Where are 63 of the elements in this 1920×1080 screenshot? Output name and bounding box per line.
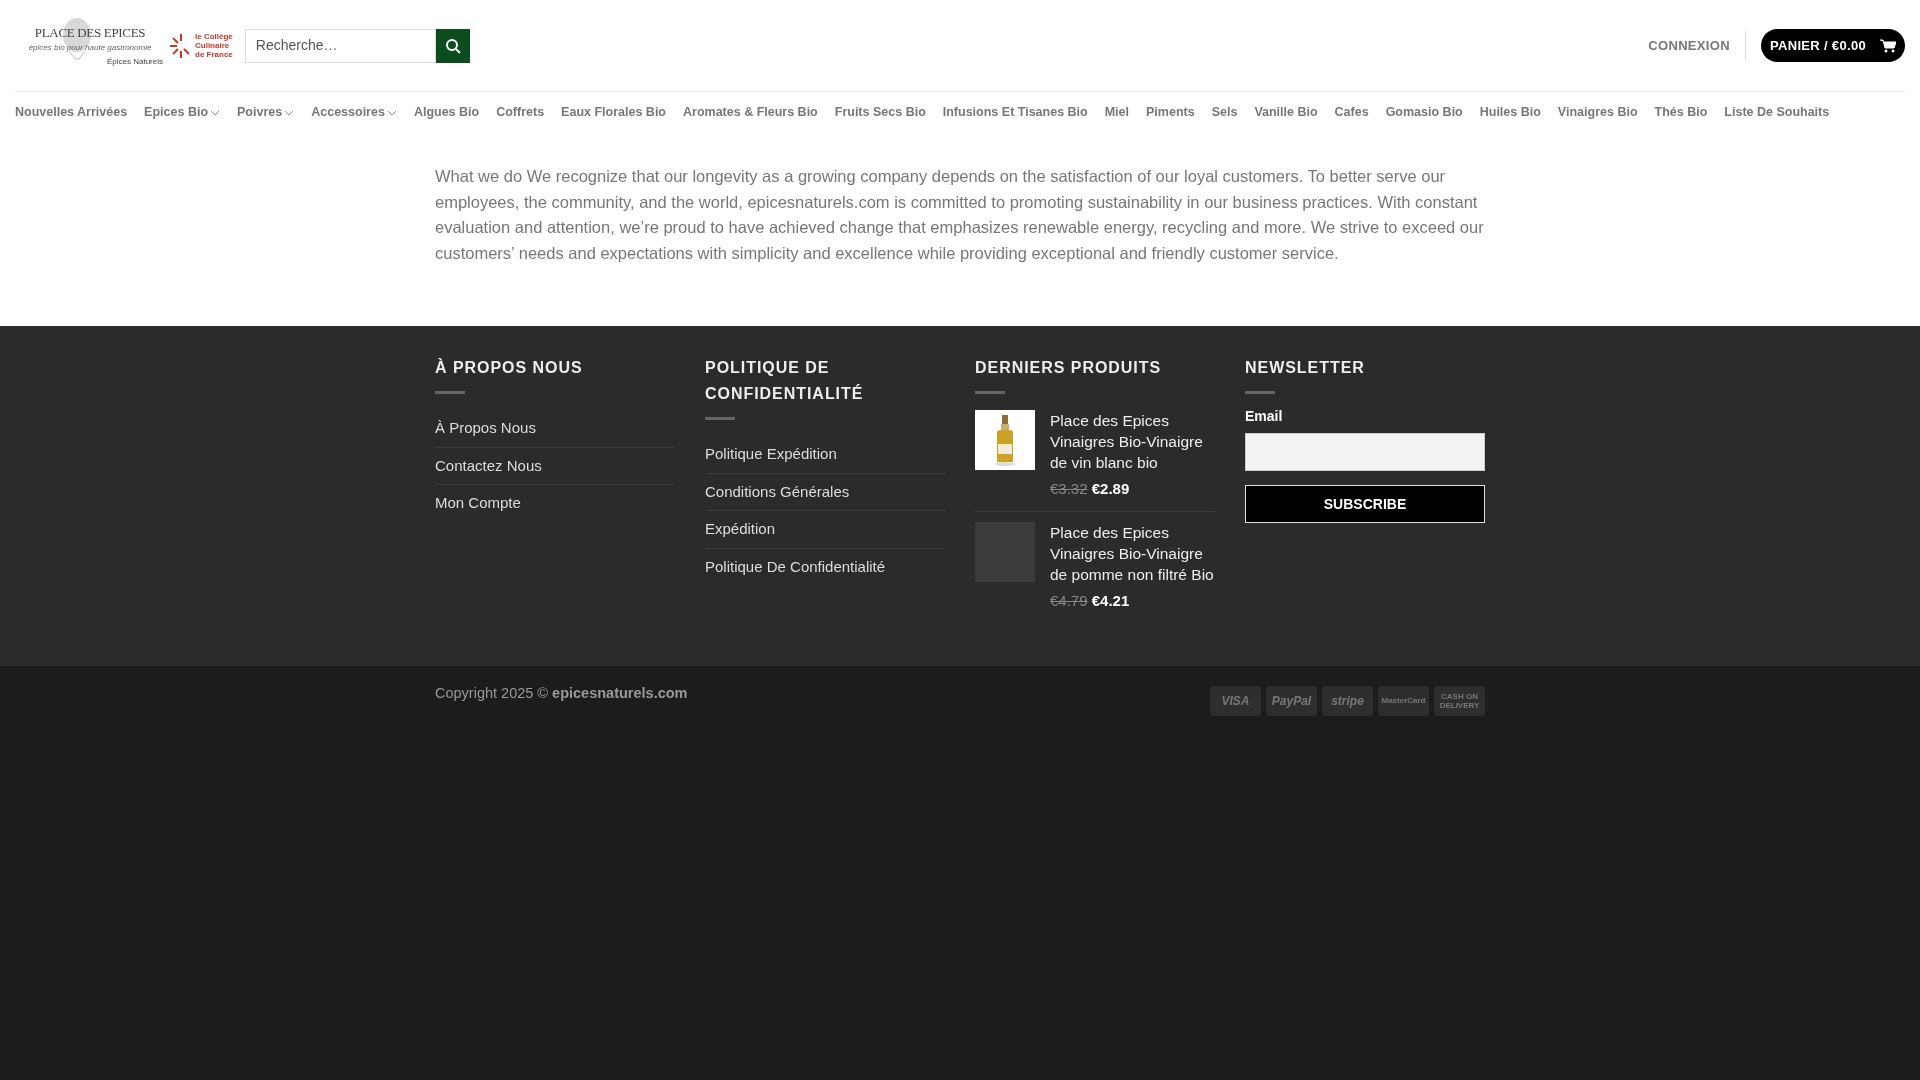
logo-subtitle: Épices Naturels	[106, 56, 163, 69]
partner-logo-text: de France	[195, 50, 233, 59]
nav-link[interactable]: Epices Bio	[144, 103, 221, 122]
email-input[interactable]	[1245, 433, 1485, 471]
search-input[interactable]: Recherche…	[244, 28, 436, 63]
nav-link[interactable]: Thés Bio	[1654, 103, 1708, 122]
footer-heading: À PROPOS NOUS	[435, 357, 584, 378]
search-icon	[444, 37, 461, 54]
cart-button[interactable]: PANIER / €0.00	[1760, 29, 1905, 62]
nav-link[interactable]: Aromates & Fleurs Bio	[683, 103, 818, 122]
product-link[interactable]: Place des Epices Vinaigres Bio-Vinaigre de pomme non filtré Bio	[1050, 521, 1215, 585]
search-field[interactable]: Recherche…	[244, 28, 470, 63]
nav-link[interactable]: Gomasio Bio	[1385, 103, 1463, 122]
nav-link[interactable]: Liste De Souhaits	[1724, 103, 1830, 122]
price: €4.21	[1091, 591, 1130, 609]
nav-link[interactable]: Nouvelles Arrivées	[15, 103, 128, 122]
footer-link[interactable]: Politique De Confidentialité	[705, 548, 945, 585]
nav-link[interactable]: Infusions Et Tisanes Bio	[942, 103, 1088, 122]
nav-link[interactable]: Cafes	[1334, 103, 1369, 122]
price: €2.89	[1091, 480, 1130, 497]
footer-link[interactable]: Contactez Nous	[435, 447, 675, 485]
partner-logo-text: Culinaire	[195, 41, 231, 50]
footer-link[interactable]: Conditions Générales	[705, 473, 945, 511]
nav-link[interactable]: Vanille Bio	[1254, 103, 1318, 122]
nav-link[interactable]: Accessoires	[311, 103, 397, 122]
chevron-down-icon	[284, 109, 295, 116]
payment-icon: PayPal	[1266, 686, 1317, 716]
product-link[interactable]: Place des Epices Vinaigres Bio-Vinaigre de vin blanc bio	[1050, 410, 1215, 473]
payment-icon: VISA	[1210, 686, 1261, 716]
nav-link[interactable]: Piments	[1146, 103, 1195, 122]
footer-link[interactable]: Expédition	[705, 511, 945, 549]
nav-link[interactable]: Miel	[1104, 103, 1129, 122]
logo-title: PLACE DES EPICES	[34, 23, 146, 42]
nav-link[interactable]: Algues Bio	[413, 103, 480, 122]
partner-logo-text: le Collège	[195, 32, 233, 41]
subscribe-button[interactable]: SUBSCRIBE	[1245, 485, 1485, 523]
copyright-text: Copyright 2025 © epicesnaturels.com	[435, 684, 688, 703]
footer-link[interactable]: Mon Compte	[435, 485, 675, 522]
nav-link[interactable]: Fruits Secs Bio	[834, 103, 926, 122]
payment-icon: CASH ON DELIVERY	[1434, 686, 1485, 716]
footer-heading: DERNIERS PRODUITS	[975, 358, 1163, 378]
payment-icon: MasterCard	[1378, 686, 1429, 716]
email-label: Email	[1245, 407, 1284, 426]
chevron-down-icon	[386, 109, 397, 116]
old-price: €3.32	[1050, 480, 1088, 497]
cart-icon	[1880, 38, 1896, 53]
footer-heading: NEWSLETTER	[1245, 358, 1366, 378]
search-button[interactable]	[435, 28, 470, 63]
logo-tagline: épices bio pour haute gastronomie	[28, 42, 152, 55]
footer-link[interactable]: À Propos Nous	[435, 410, 675, 448]
nav-link[interactable]: Poivres	[237, 103, 295, 122]
nav-link[interactable]: Coffrets	[496, 103, 545, 122]
nav-link[interactable]: Eaux Florales Bio	[561, 103, 666, 122]
nav-link[interactable]: Sels	[1211, 103, 1238, 122]
chevron-down-icon	[210, 109, 221, 116]
payment-icon: stripe	[1322, 686, 1373, 716]
login-link[interactable]: CONNEXION	[1648, 35, 1730, 56]
nav-link[interactable]: Huiles Bio	[1479, 103, 1541, 122]
content-paragraph: What we do We recognize that our longevity as a growing company depends on the satisfaction of our loyal customers. To better serve our employees, the community, and the world, epicesnaturels.com is committed to promoting sustainability in our business practices. With constant evaluation and attention, we’re proud to have achieved change that emphasizes renewable energy, recycling and more. We strive to exceed our customers’ needs and expectations with simplicity and excellence while providing exceptional and friendly customer service.	[435, 166, 1485, 264]
footer-link[interactable]: Politique Expédition	[705, 436, 945, 474]
old-price: €4.79	[1050, 591, 1088, 609]
nav-link[interactable]: Vinaigres Bio	[1557, 103, 1638, 122]
footer-heading: POLITIQUE DE CONFIDENTIALITÉ	[705, 358, 865, 404]
